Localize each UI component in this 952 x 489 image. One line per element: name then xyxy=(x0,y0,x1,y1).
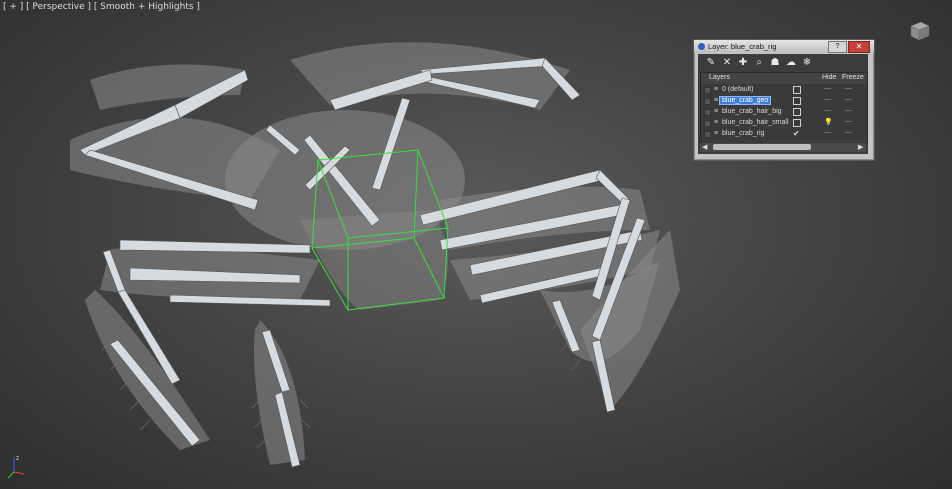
layer-freeze-toggle[interactable]: — xyxy=(845,85,852,92)
column-hide[interactable]: Hide xyxy=(822,74,836,81)
layer-hide-toggle[interactable]: — xyxy=(824,85,831,92)
dialog-titlebar[interactable]: Layer: blue_crab_rig ? ✕ xyxy=(694,40,874,53)
select-in-layer-icon[interactable]: ⌕ xyxy=(752,56,766,70)
layer-list[interactable]: Layers Hide Freeze ≡ 0 (default) — — ≡ blue_c… xyxy=(700,72,868,144)
highlight-layer-icon[interactable]: ☗ xyxy=(768,56,782,70)
layer-current-checkbox[interactable] xyxy=(793,86,801,94)
viewport-label[interactable]: [ + ] [ Perspective ] [ Smooth + Highlig… xyxy=(3,2,200,12)
layer-current-checkbox[interactable] xyxy=(793,119,801,127)
scroll-thumb[interactable] xyxy=(713,144,811,150)
add-to-layer-icon[interactable]: ✚ xyxy=(736,56,750,70)
layer-bullet[interactable] xyxy=(704,131,711,138)
layer-bullet[interactable] xyxy=(704,98,711,105)
layer-hide-toggle[interactable]: — xyxy=(824,96,831,103)
layer-current-checkbox[interactable] xyxy=(793,108,801,116)
dialog-body: ✎ ✕ ✚ ⌕ ☗ ☁ ❄ Layers Hide Freeze ≡ 0 (default) —… xyxy=(698,54,868,154)
layer-name[interactable]: blue_crab_hair_big xyxy=(722,108,782,115)
viewcube-icon[interactable] xyxy=(909,20,931,42)
axis-z-label: z xyxy=(16,455,19,462)
layer-icon: ≡ xyxy=(714,130,719,137)
layer-icon: ≡ xyxy=(714,86,719,93)
layer-toolbar: ✎ ✕ ✚ ⌕ ☗ ☁ ❄ xyxy=(700,56,866,70)
layer-row[interactable]: ≡ blue_crab_rig ✔ — — xyxy=(701,129,867,139)
dialog-title: Layer: blue_crab_rig xyxy=(708,42,777,51)
layer-app-icon xyxy=(698,43,705,50)
scroll-right-icon[interactable]: ▶ xyxy=(858,143,863,151)
close-button[interactable]: ✕ xyxy=(848,41,870,53)
layer-icon: ≡ xyxy=(714,108,719,115)
hide-all-icon[interactable]: ☁ xyxy=(784,56,798,70)
layer-row[interactable]: ≡ blue_crab_hair_small 💡 — xyxy=(701,118,867,128)
perspective-viewport[interactable]: [ + ] [ Perspective ] [ Smooth + Highlig… xyxy=(0,0,952,489)
layer-dialog[interactable]: Layer: blue_crab_rig ? ✕ ✎ ✕ ✚ ⌕ ☗ ☁ ❄ Layers … xyxy=(693,39,875,161)
layer-row[interactable]: ≡ 0 (default) — — xyxy=(701,85,867,95)
layer-hide-toggle[interactable]: — xyxy=(824,129,831,136)
layer-freeze-toggle[interactable]: — xyxy=(845,96,852,103)
layer-row[interactable]: ≡ blue_crab_geo — — xyxy=(701,96,867,106)
layer-name[interactable]: 0 (default) xyxy=(722,86,754,93)
scroll-left-icon[interactable]: ◀ xyxy=(702,143,707,151)
layer-name[interactable]: blue_crab_hair_small xyxy=(722,119,789,126)
column-layers[interactable]: Layers xyxy=(709,74,730,81)
layer-bullet[interactable] xyxy=(704,109,711,116)
layer-hide-toggle[interactable]: — xyxy=(824,107,831,114)
freeze-all-icon[interactable]: ❄ xyxy=(800,56,814,70)
layer-freeze-toggle[interactable]: — xyxy=(845,107,852,114)
layer-name[interactable]: blue_crab_rig xyxy=(722,130,764,137)
layer-list-header: Layers Hide Freeze xyxy=(701,73,867,84)
layer-freeze-toggle[interactable]: — xyxy=(845,129,852,136)
layer-bullet[interactable] xyxy=(704,120,711,127)
layer-row[interactable]: ≡ blue_crab_hair_big — — xyxy=(701,107,867,117)
create-layer-icon[interactable]: ✎ xyxy=(704,56,718,70)
layer-current-checkbox[interactable]: ✔ xyxy=(793,130,800,138)
layer-name[interactable]: blue_crab_geo xyxy=(718,96,772,105)
delete-layer-icon[interactable]: ✕ xyxy=(720,56,734,70)
layer-freeze-toggle[interactable]: — xyxy=(845,118,852,125)
axis-gizmo-icon: z xyxy=(7,455,25,479)
help-button[interactable]: ? xyxy=(828,41,847,53)
column-freeze[interactable]: Freeze xyxy=(842,74,864,81)
layer-icon: ≡ xyxy=(714,119,719,126)
horizontal-scrollbar[interactable]: ◀ ▶ xyxy=(700,143,866,152)
layer-bullet[interactable] xyxy=(704,87,711,94)
layer-current-checkbox[interactable] xyxy=(793,97,801,105)
layer-hide-toggle[interactable]: 💡 xyxy=(824,118,833,126)
